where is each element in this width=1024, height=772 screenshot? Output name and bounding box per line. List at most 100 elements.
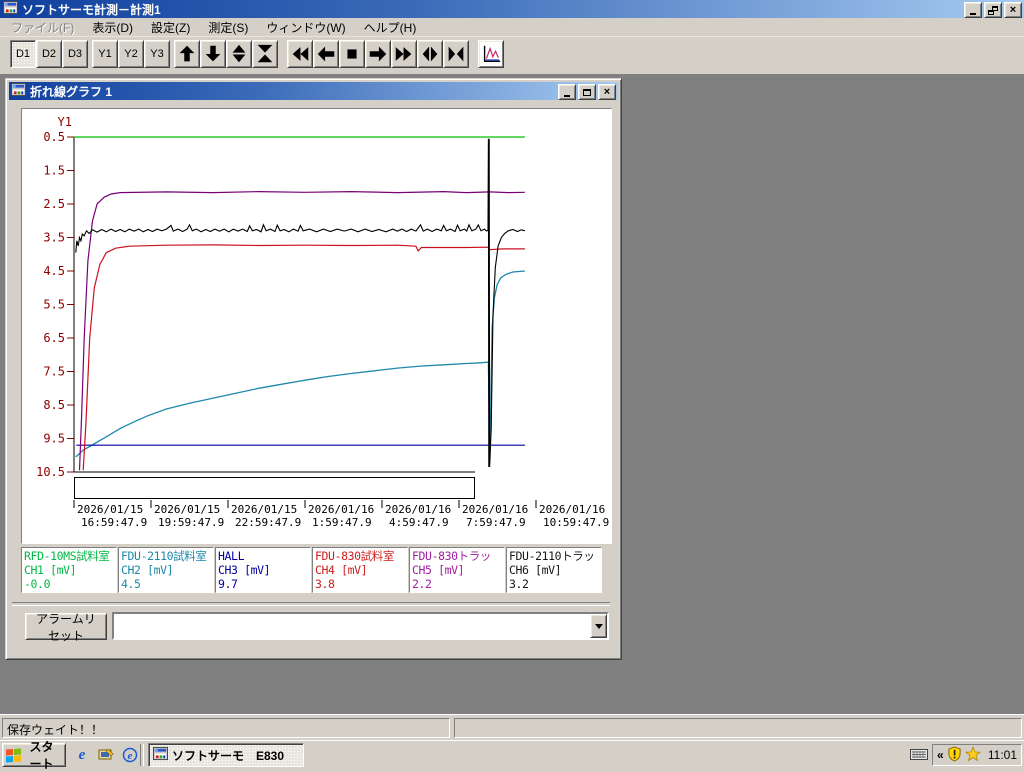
y-tick-label: 5.5 bbox=[43, 298, 65, 312]
close-button[interactable]: × bbox=[1004, 2, 1022, 18]
toolbar-button-stop[interactable] bbox=[339, 40, 365, 68]
collapse-updown-icon bbox=[254, 43, 276, 65]
window-title: ソフトサーモ計測－計測1 bbox=[22, 1, 161, 18]
y-tick-label: 3.5 bbox=[43, 231, 65, 245]
x-tick-time: 19:59:47.9 bbox=[158, 516, 224, 529]
separator bbox=[12, 602, 610, 606]
status-panel-2 bbox=[454, 718, 1022, 738]
y-tick-label: 2.5 bbox=[43, 197, 65, 211]
star-icon[interactable] bbox=[965, 746, 981, 765]
toolbar-button-y1[interactable]: Y1 bbox=[92, 40, 118, 68]
task-button-softthermo[interactable]: ソフトサーモ E830 bbox=[148, 743, 304, 767]
toolbar-button-expand-lr[interactable] bbox=[417, 40, 443, 68]
system-tray: « 11:01 bbox=[932, 744, 1022, 766]
toolbar-button-y2[interactable]: Y2 bbox=[118, 40, 144, 68]
windows-logo-icon bbox=[6, 748, 21, 762]
minimize-icon bbox=[970, 13, 976, 15]
legend-channel: CH1 [mV] bbox=[24, 563, 114, 577]
mdi-area: 折れ線グラフ 1 × Y10.51.52.53.54.55.56.57.58.5… bbox=[0, 74, 1024, 714]
menu-item-help[interactable]: ヘルプ(H) bbox=[355, 17, 426, 38]
menu-bar: ファイル(F)表示(D)設定(Z)測定(S)ウィンドウ(W)ヘルプ(H) bbox=[0, 18, 1024, 37]
x-tick-time: 7:59:47.9 bbox=[466, 516, 526, 529]
x-tick-date: 2026/01/16 bbox=[308, 503, 374, 516]
series-ch4 bbox=[83, 245, 525, 470]
toolbar-button-arrow-up[interactable] bbox=[174, 40, 200, 68]
graph-window-titlebar[interactable]: 折れ線グラフ 1 × bbox=[9, 82, 618, 100]
close-icon: × bbox=[604, 87, 610, 97]
toolbar-button-chart[interactable] bbox=[478, 40, 504, 68]
legend-name: FDU-2110試料室 bbox=[121, 549, 211, 563]
toolbar-button-collapse-lr[interactable] bbox=[443, 40, 469, 68]
legend-name: FDU-830トラッ bbox=[412, 549, 502, 563]
x-tick-time: 16:59:47.9 bbox=[81, 516, 147, 529]
svg-text:e: e bbox=[128, 750, 133, 762]
toolbar-button-collapse-updown[interactable] bbox=[252, 40, 278, 68]
x-tick-time: 10:59:47.9 bbox=[543, 516, 609, 529]
show-desktop-icon[interactable] bbox=[96, 745, 116, 765]
alarm-combo[interactable] bbox=[112, 612, 609, 640]
x-tick-time: 22:59:47.9 bbox=[235, 516, 301, 529]
toolbar-button-expand-updown[interactable] bbox=[226, 40, 252, 68]
menu-item-measurement[interactable]: 測定(S) bbox=[199, 17, 257, 38]
arrow-down-icon bbox=[202, 43, 224, 65]
graph-maximize-button[interactable] bbox=[578, 84, 596, 100]
x-tick-date: 2026/01/16 bbox=[539, 503, 605, 516]
internet-explorer-icon[interactable]: e bbox=[72, 745, 92, 765]
toolbar-button-rewind[interactable] bbox=[287, 40, 313, 68]
toolbar-button-d1[interactable]: D1 bbox=[10, 40, 36, 68]
y-tick-label: 10.5 bbox=[36, 465, 65, 479]
ie-channels-icon[interactable]: e bbox=[120, 745, 140, 765]
legend-cell-ch6: FDU-2110トラッCH6 [mV]3.2 bbox=[506, 547, 602, 593]
start-button-label: スタート bbox=[24, 738, 59, 772]
graph-close-button[interactable]: × bbox=[598, 84, 616, 100]
x-tick-time: 1:59:47.9 bbox=[312, 516, 372, 529]
legend-name: HALL bbox=[218, 549, 308, 563]
status-message: 保存ウェイト！！ bbox=[2, 718, 450, 738]
security-shield-icon[interactable] bbox=[947, 746, 962, 765]
legend-channel: CH5 [mV] bbox=[412, 563, 502, 577]
toolbar-button-d2[interactable]: D2 bbox=[36, 40, 62, 68]
alarm-reset-button[interactable]: アラームリセット bbox=[25, 613, 107, 640]
expand-updown-icon bbox=[228, 43, 250, 65]
menu-item-window[interactable]: ウィンドウ(W) bbox=[257, 17, 354, 38]
alarm-combo-value[interactable] bbox=[114, 614, 590, 638]
step-forward-icon bbox=[367, 43, 389, 65]
y-tick-label: 0.5 bbox=[43, 130, 65, 144]
legend-name: FDU-830試料室 bbox=[315, 549, 405, 563]
start-button[interactable]: スタート bbox=[2, 743, 66, 767]
x-tick-date: 2026/01/16 bbox=[385, 503, 451, 516]
stop-icon bbox=[341, 43, 363, 65]
clock: 11:01 bbox=[988, 748, 1017, 762]
legend-cell-ch4: FDU-830試料室CH4 [mV]3.8 bbox=[312, 547, 408, 593]
y-tick-label: 4.5 bbox=[43, 264, 65, 278]
series-ch2 bbox=[76, 271, 525, 464]
taskbar: スタート e e ソフトサーモ E830 « 11:01 bbox=[0, 740, 1024, 769]
restore-icon bbox=[988, 6, 998, 15]
x-tick-date: 2026/01/15 bbox=[154, 503, 220, 516]
toolbar-button-arrow-down[interactable] bbox=[200, 40, 226, 68]
toolbar-button-step-back[interactable] bbox=[313, 40, 339, 68]
legend-value: 3.2 bbox=[509, 577, 599, 591]
rewind-icon bbox=[289, 43, 311, 65]
graph-minimize-button[interactable] bbox=[558, 84, 576, 100]
legend-cell-ch3: HALLCH3 [mV]9.7 bbox=[215, 547, 311, 593]
combo-dropdown-button[interactable] bbox=[590, 614, 607, 638]
toolbar-button-y3[interactable]: Y3 bbox=[144, 40, 170, 68]
x-tick-time: 4:59:47.9 bbox=[389, 516, 449, 529]
graph-window: 折れ線グラフ 1 × Y10.51.52.53.54.55.56.57.58.5… bbox=[5, 78, 622, 660]
minimize-button[interactable] bbox=[964, 2, 982, 18]
toolbar-button-step-forward[interactable] bbox=[365, 40, 391, 68]
arrow-up-icon bbox=[176, 43, 198, 65]
x-tick-date: 2026/01/15 bbox=[231, 503, 297, 516]
legend-value: 9.7 bbox=[218, 577, 308, 591]
keyboard-icon[interactable] bbox=[910, 747, 928, 763]
expand-lr-icon bbox=[419, 43, 441, 65]
restore-button[interactable] bbox=[984, 2, 1002, 18]
toolbar-button-fast-forward[interactable] bbox=[391, 40, 417, 68]
legend-channel: CH3 [mV] bbox=[218, 563, 308, 577]
toolbar-button-d3[interactable]: D3 bbox=[62, 40, 88, 68]
task-button-label: ソフトサーモ E830 bbox=[172, 747, 284, 764]
menu-item-settings[interactable]: 設定(Z) bbox=[142, 17, 199, 38]
tray-expand-icon[interactable]: « bbox=[937, 748, 944, 762]
menu-item-display[interactable]: 表示(D) bbox=[83, 17, 142, 38]
